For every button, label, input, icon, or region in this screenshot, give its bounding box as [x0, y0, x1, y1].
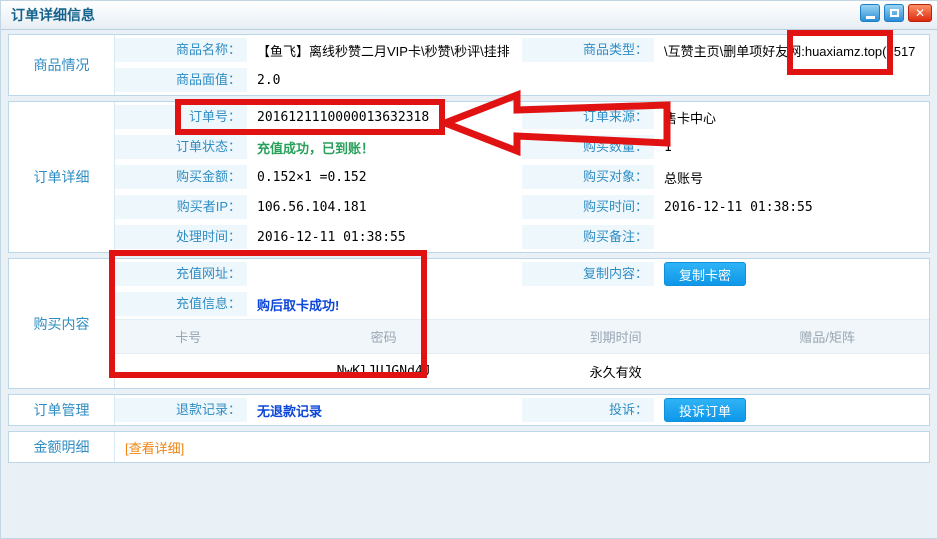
copy-content-label: 复制内容：: [522, 262, 654, 286]
row-order-amount-target: 购买金额： 0.152×1 =0.152 购买对象： 总账号: [115, 162, 929, 192]
recharge-url-label: 充值网址：: [115, 262, 247, 286]
row-product-face: 商品面值： 2.0: [115, 65, 929, 95]
content-area: 商品情况 商品名称： 【鱼飞】离线秒赞二月VIP卡\秒赞\秒评\挂排 商品类型：…: [1, 30, 937, 472]
card-no-header: 卡号: [115, 327, 262, 346]
order-qty-value: 1: [664, 140, 672, 155]
product-type-value: \互赞主页\删单项好友网:huaxiamz.top(7517: [664, 41, 915, 60]
product-face-value: 2.0: [257, 73, 280, 88]
row-order-proctime-remark: 处理时间： 2016-12-11 01:38:55 购买备注：: [115, 222, 929, 252]
minimize-icon: [866, 16, 875, 19]
row-order-status-qty: 订单状态： 充值成功，已到账！ 购买数量： 1: [115, 132, 929, 162]
row-recharge-url-copy: 充值网址： 复制内容： 复制卡密: [115, 259, 929, 289]
password-cell: NwKlJUJGNd4J: [262, 364, 506, 379]
order-target-value: 总账号: [664, 168, 703, 187]
order-ip-label: 购买者IP：: [115, 195, 247, 219]
order-amount-value: 0.152×1 =0.152: [257, 170, 367, 185]
order-status-label: 订单状态：: [115, 135, 247, 159]
copy-card-secret-button[interactable]: 复制卡密: [664, 262, 746, 286]
window-controls: ✕: [860, 4, 932, 22]
product-name-label: 商品名称：: [115, 38, 247, 62]
close-icon: ✕: [915, 7, 925, 19]
minimize-button[interactable]: [860, 4, 880, 22]
row-product-name-type: 商品名称： 【鱼飞】离线秒赞二月VIP卡\秒赞\秒评\挂排 商品类型： \互赞主…: [115, 35, 929, 65]
expire-header: 到期时间: [506, 327, 726, 346]
row-order-ip-buytime: 购买者IP： 106.56.104.181 购买时间： 2016-12-11 0…: [115, 192, 929, 222]
order-buytime-value: 2016-12-11 01:38:55: [664, 200, 813, 215]
gift-header: 赠品/矩阵: [725, 327, 929, 346]
order-amount-label: 购买金额：: [115, 165, 247, 189]
refund-record-value: 无退款记录: [257, 401, 322, 420]
complain-order-button[interactable]: 投诉订单: [664, 398, 746, 422]
order-status-value: 充值成功，已到账！: [257, 138, 374, 157]
section-purchase-content-label: 购买内容: [9, 259, 115, 388]
section-product-label: 商品情况: [9, 35, 115, 95]
recharge-info-value: 购后取卡成功!: [257, 295, 339, 314]
close-button[interactable]: ✕: [908, 4, 932, 22]
refund-record-label: 退款记录：: [115, 398, 247, 422]
order-proctime-value: 2016-12-11 01:38:55: [257, 230, 406, 245]
card-table-header: 卡号 密码 到期时间 赠品/矩阵: [115, 319, 929, 354]
row-refund-complaint: 退款记录： 无退款记录 投诉： 投诉订单: [115, 395, 929, 425]
product-type-label: 商品类型：: [522, 38, 654, 62]
order-ip-value: 106.56.104.181: [257, 200, 367, 215]
card-table-row: NwKlJUJGNd4J 永久有效: [115, 354, 929, 388]
order-proctime-label: 处理时间：: [115, 225, 247, 249]
title-bar: 订单详细信息 ✕: [1, 1, 937, 30]
order-no-label: 订单号：: [115, 105, 247, 129]
order-source-value: 售卡中心: [664, 108, 716, 127]
order-source-label: 订单来源：: [522, 105, 654, 129]
product-face-label: 商品面值：: [115, 68, 247, 92]
section-product: 商品情况 商品名称： 【鱼飞】离线秒赞二月VIP卡\秒赞\秒评\挂排 商品类型：…: [8, 34, 930, 96]
order-remark-label: 购买备注：: [522, 225, 654, 249]
section-order-manage: 订单管理 退款记录： 无退款记录 投诉： 投诉订单: [8, 394, 930, 426]
product-name-value: 【鱼飞】离线秒赞二月VIP卡\秒赞\秒评\挂排: [257, 41, 510, 60]
order-buytime-label: 购买时间：: [522, 195, 654, 219]
row-recharge-info: 充值信息： 购后取卡成功!: [115, 289, 929, 319]
section-amount-detail: 金额明细 [查看详细]: [8, 431, 930, 463]
section-order: 订单详细 订单号： 2016121110000013632318 订单来源： 售…: [8, 101, 930, 253]
row-order-no-source: 订单号： 2016121110000013632318 订单来源： 售卡中心: [115, 102, 929, 132]
order-detail-window: { "window": { "title": "订单详细信息" }, "prod…: [0, 0, 938, 539]
section-amount-detail-label: 金额明细: [9, 432, 115, 462]
password-header: 密码: [262, 327, 506, 346]
order-target-label: 购买对象：: [522, 165, 654, 189]
order-qty-label: 购买数量：: [522, 135, 654, 159]
complaint-label: 投诉：: [522, 398, 654, 422]
section-order-manage-label: 订单管理: [9, 395, 115, 425]
row-amount-detail: [查看详细]: [115, 432, 929, 462]
recharge-info-label: 充值信息：: [115, 292, 247, 316]
section-order-label: 订单详细: [9, 102, 115, 252]
section-purchase-content: 购买内容 充值网址： 复制内容： 复制卡密 充值信息： 购后取卡成功!: [8, 258, 930, 389]
order-no-value: 2016121110000013632318: [257, 110, 429, 125]
expire-cell: 永久有效: [506, 362, 726, 381]
page-title: 订单详细信息: [11, 5, 95, 25]
maximize-icon: [890, 9, 899, 17]
view-detail-link[interactable]: [查看详细]: [125, 438, 184, 457]
maximize-button[interactable]: [884, 4, 904, 22]
